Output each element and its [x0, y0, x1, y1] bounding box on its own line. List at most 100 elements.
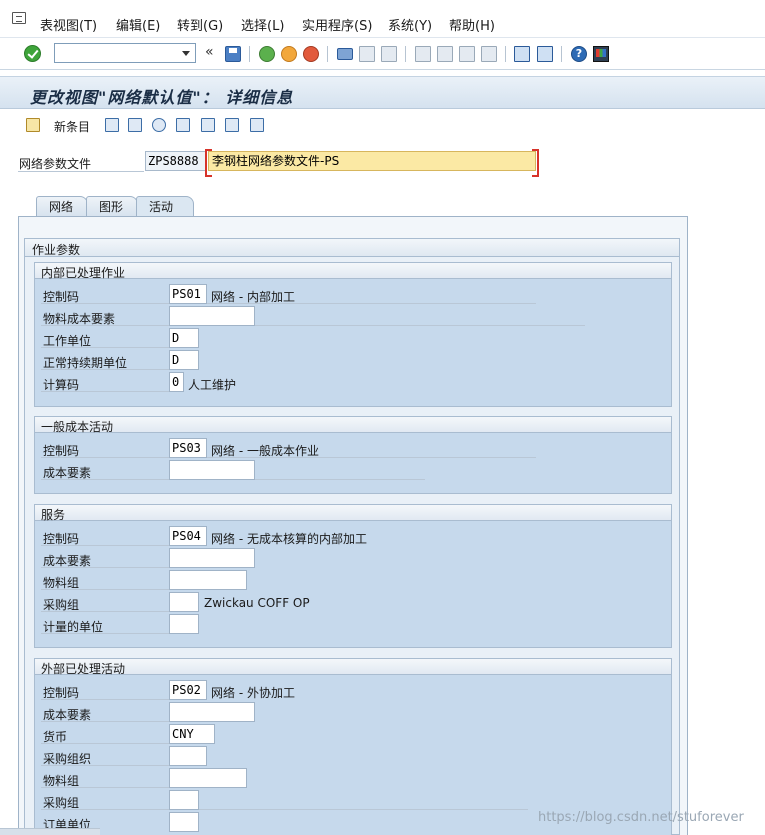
cost-element-input[interactable]: [169, 702, 255, 722]
row-underline: [41, 765, 169, 766]
purchasing-org-input[interactable]: [169, 746, 207, 766]
page-title: 更改视图"网络默认值"： 详细信息: [30, 88, 294, 107]
menu-window-icon[interactable]: [12, 12, 26, 24]
find-icon[interactable]: [359, 46, 375, 62]
screen-title-bar: 更改视图"网络默认值"： 详细信息: [0, 76, 765, 109]
new-session-icon[interactable]: [514, 46, 530, 62]
internal-activity-header: [34, 262, 672, 279]
network-profile-description: 李钢柱网络参数文件-PS: [205, 149, 539, 177]
chevron-down-icon[interactable]: [182, 51, 190, 56]
standard-toolbar: « ?: [0, 38, 765, 70]
toolbar-divider: [405, 46, 406, 62]
purchasing-group-input[interactable]: [169, 592, 199, 612]
cost-element-input[interactable]: [169, 548, 255, 568]
back-double-chevron-icon[interactable]: «: [205, 44, 214, 60]
purchasing-group-description: Zwickau COFF OP: [204, 596, 310, 610]
row-underline: [41, 391, 169, 392]
internal-activity-title: 内部已处理作业: [41, 266, 126, 280]
first-page-icon[interactable]: [415, 46, 431, 62]
row-underline: [41, 721, 169, 722]
label-underline: [18, 171, 144, 172]
normal-duration-unit-input[interactable]: D: [169, 350, 199, 370]
activity-parameters-title: 作业参数: [32, 243, 81, 257]
row-underline: [41, 787, 169, 788]
row-underline: [41, 545, 169, 546]
next-entry-icon[interactable]: [201, 118, 215, 132]
menu-bar: 表视图(T) 编辑(E) 转到(G) 选择(L) 实用程序(S) 系统(Y) 帮…: [0, 0, 765, 38]
service-group: [34, 504, 672, 648]
menu-table-view[interactable]: 表视图(T): [40, 15, 97, 34]
control-key-input[interactable]: PS04: [169, 526, 207, 546]
command-field[interactable]: [54, 43, 196, 63]
new-entries-button[interactable]: 新条目: [54, 118, 90, 135]
cost-element-input[interactable]: [169, 460, 255, 480]
order-unit-input[interactable]: [169, 812, 199, 832]
row-underline: [41, 589, 169, 590]
previous-entry-icon[interactable]: [176, 118, 190, 132]
unit-of-measure-input[interactable]: [169, 614, 199, 634]
material-group-input[interactable]: [169, 570, 247, 590]
customize-layout-icon[interactable]: [593, 46, 609, 62]
control-key-input[interactable]: PS01: [169, 284, 207, 304]
watermark-text: https://blog.csdn.net/stuforever: [538, 810, 744, 825]
toolbar-divider: [327, 46, 328, 62]
last-page-icon[interactable]: [481, 46, 497, 62]
find-next-icon[interactable]: [381, 46, 397, 62]
previous-page-icon[interactable]: [437, 46, 453, 62]
help-icon[interactable]: ?: [571, 46, 587, 62]
service-title: 服务: [41, 508, 66, 522]
menu-edit[interactable]: 编辑(E): [116, 15, 160, 34]
purchasing-group-input[interactable]: [169, 790, 199, 810]
control-key-description: 网络 - 一般成本作业: [211, 444, 319, 458]
copy-as-icon[interactable]: [105, 118, 119, 132]
currency-input[interactable]: CNY: [169, 724, 215, 744]
toolbar-divider: [505, 46, 506, 62]
menu-selection[interactable]: 选择(L): [241, 15, 284, 34]
row-underline: [41, 809, 528, 810]
row-underline: [41, 369, 169, 370]
undo-change-icon[interactable]: [152, 118, 166, 132]
material-group-input[interactable]: [169, 768, 247, 788]
shortcut-icon[interactable]: [537, 46, 553, 62]
select-all-icon[interactable]: [225, 118, 239, 132]
row-underline: [41, 325, 585, 326]
exit-icon[interactable]: [281, 46, 297, 62]
row-underline: [41, 567, 169, 568]
enter-check-icon[interactable]: [24, 45, 41, 62]
row-underline: [41, 743, 169, 744]
menu-help[interactable]: 帮助(H): [449, 15, 495, 34]
general-cost-activity-title: 一般成本活动: [41, 420, 114, 434]
next-page-icon[interactable]: [459, 46, 475, 62]
menu-utilities[interactable]: 实用程序(S): [302, 15, 372, 34]
activity-parameters-header: [24, 238, 680, 257]
control-key-input[interactable]: PS02: [169, 680, 207, 700]
control-key-input[interactable]: PS03: [169, 438, 207, 458]
external-activity-header: [34, 658, 672, 675]
variant-icon[interactable]: [250, 118, 264, 132]
cancel-icon[interactable]: [303, 46, 319, 62]
toolbar-divider: [561, 46, 562, 62]
back-icon[interactable]: [259, 46, 275, 62]
menu-system[interactable]: 系统(Y): [388, 15, 432, 34]
menu-goto[interactable]: 转到(G): [177, 15, 223, 34]
control-key-description: 网络 - 外协加工: [211, 686, 295, 700]
horizontal-scrollbar[interactable]: [0, 828, 100, 835]
row-underline: [41, 347, 169, 348]
display-change-icon[interactable]: [26, 118, 40, 132]
work-unit-input[interactable]: D: [169, 328, 199, 348]
row-underline: [41, 633, 169, 634]
tab-network[interactable]: 网络: [36, 196, 88, 217]
tab-graphics[interactable]: 图形: [86, 196, 138, 217]
internal-activity-group: [34, 262, 672, 407]
save-icon[interactable]: [225, 46, 241, 62]
control-key-description: 网络 - 内部加工: [211, 290, 295, 304]
general-cost-activity-header: [34, 416, 672, 433]
delete-icon[interactable]: [128, 118, 142, 132]
row-underline: [41, 699, 169, 700]
row-underline: [41, 611, 169, 612]
tab-activities[interactable]: 活动: [136, 196, 194, 218]
calculation-key-input[interactable]: 0: [169, 372, 184, 392]
print-icon[interactable]: [337, 48, 353, 60]
network-profile-code: ZPS8888: [145, 151, 207, 171]
material-cost-element-input[interactable]: [169, 306, 255, 326]
